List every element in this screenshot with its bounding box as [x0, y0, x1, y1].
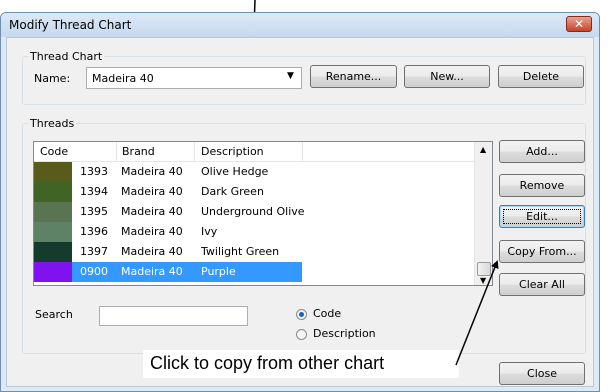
annotation-pointer: [455, 260, 499, 366]
copy-from-arrow-pointer: [455, 260, 499, 366]
